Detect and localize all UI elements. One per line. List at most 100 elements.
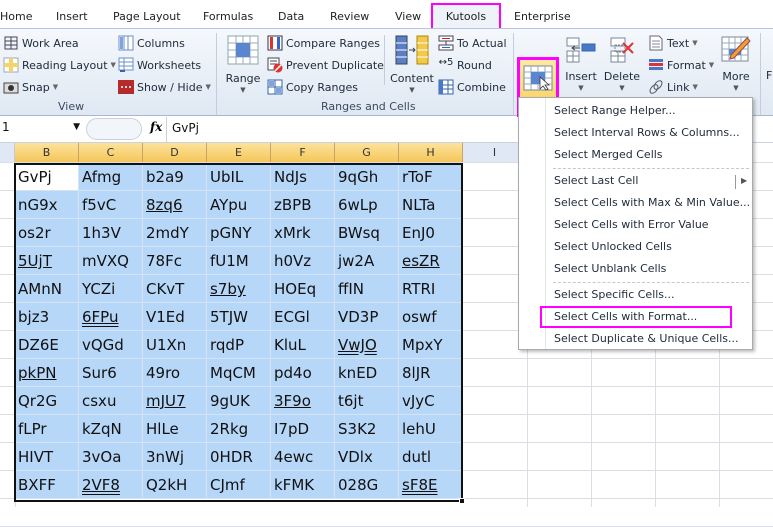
- copy-ranges-icon: [267, 79, 283, 95]
- group-separator: [216, 33, 217, 115]
- tab-insert[interactable]: Insert: [56, 10, 88, 23]
- selection-border: [14, 163, 463, 502]
- formula-input[interactable]: GvPj: [172, 121, 199, 135]
- column-header-d[interactable]: D: [143, 143, 207, 162]
- tab-page-layout[interactable]: Page Layout: [113, 10, 181, 23]
- tab-kutools[interactable]: Kutools: [431, 3, 501, 29]
- tab-home[interactable]: Home: [0, 10, 32, 23]
- menu-item-select-unlocked-cells[interactable]: Select Unlocked Cells: [554, 240, 672, 253]
- menu-separator: [553, 168, 749, 169]
- menu-item-select-cells-with-error-value[interactable]: Select Cells with Error Value: [554, 218, 709, 231]
- work-area-icon: [3, 35, 19, 51]
- delete-button[interactable]: Delete ▼: [603, 37, 641, 92]
- work-area-label: Work Area: [22, 36, 79, 50]
- more-icon: [721, 35, 751, 66]
- content-icon: [394, 35, 430, 68]
- snap-camera-icon: [3, 79, 19, 95]
- menu-item-select-last-cell[interactable]: Select Last Cell: [554, 174, 638, 187]
- chevron-down-icon: ▼: [619, 84, 625, 92]
- menu-item-select-cells-with-max-min-value[interactable]: Select Cells with Max & Min Value...: [554, 196, 750, 209]
- ranges-group-label: Ranges and Cells: [321, 100, 416, 113]
- content-button[interactable]: Content ▼: [388, 35, 436, 94]
- name-box[interactable]: 1 ▼: [0, 120, 84, 140]
- menu-item-select-duplicate-unique-cells[interactable]: Select Duplicate & Unique Cells...: [554, 332, 739, 345]
- format-icon: [648, 57, 664, 73]
- row-header-corner[interactable]: [0, 143, 15, 162]
- combine-button[interactable]: Combine: [438, 79, 506, 95]
- formula-bar-splitter[interactable]: [86, 118, 142, 140]
- reading-layout-button[interactable]: Reading Layout ▼: [3, 57, 116, 73]
- show-hide-icon: [118, 79, 134, 95]
- submenu-arrow-icon[interactable]: ▶: [741, 176, 747, 185]
- group-separator: [513, 33, 514, 115]
- column-header-h[interactable]: H: [399, 143, 463, 162]
- format-button[interactable]: Format ▼: [648, 57, 714, 73]
- column-header-e[interactable]: E: [207, 143, 271, 162]
- prevent-duplicate-icon: [267, 57, 283, 73]
- group-separator: [384, 35, 385, 85]
- insert-button[interactable]: Insert ▼: [563, 37, 599, 92]
- column-header-f[interactable]: F: [271, 143, 335, 162]
- columns-icon: [118, 35, 134, 51]
- column-header-b[interactable]: B: [15, 143, 79, 162]
- reading-layout-label: Reading Layout: [22, 58, 108, 72]
- tab-data[interactable]: Data: [278, 10, 304, 23]
- column-header-c[interactable]: C: [79, 143, 143, 162]
- tab-formulas[interactable]: Formulas: [203, 10, 253, 23]
- prevent-duplicate-button[interactable]: Prevent Duplicate: [267, 57, 384, 73]
- fx-icon[interactable]: fx: [150, 120, 162, 134]
- ribbon-tabs: Home Insert Page Layout Formulas Data Re…: [0, 0, 773, 29]
- menu-item-select-range-helper[interactable]: Select Range Helper...: [554, 104, 676, 117]
- menu-item-select-interval-rows-columns[interactable]: Select Interval Rows & Columns...: [554, 126, 740, 139]
- more-button[interactable]: More ▼: [718, 35, 754, 92]
- chevron-down-icon: ▼: [578, 84, 584, 92]
- group-separator: [760, 33, 761, 115]
- round-button[interactable]: ↔5 Round: [438, 57, 492, 73]
- menu-item-select-specific-cells[interactable]: Select Specific Cells...: [554, 288, 675, 301]
- snap-label: Snap: [22, 80, 50, 94]
- round-label: Round: [457, 58, 492, 72]
- tab-view[interactable]: View: [395, 10, 421, 23]
- worksheets-label: Worksheets: [137, 58, 202, 72]
- to-actual-button[interactable]: To Actual: [438, 35, 507, 51]
- insert-label: Insert: [565, 70, 597, 83]
- delete-icon: [607, 37, 637, 66]
- delete-label: Delete: [603, 70, 641, 83]
- reading-layout-icon: [3, 57, 19, 73]
- chevron-down-icon: ▼: [409, 86, 415, 94]
- menu-separator: [553, 282, 749, 283]
- compare-ranges-button[interactable]: Compare Ranges: [267, 35, 380, 51]
- columns-label: Columns: [137, 36, 185, 50]
- show-hide-label: Show / Hide: [137, 80, 203, 94]
- chevron-down-icon: ▼: [240, 86, 246, 94]
- tab-review[interactable]: Review: [330, 10, 369, 23]
- submenu-divider: [735, 175, 736, 189]
- link-button[interactable]: Link ▼: [648, 79, 698, 95]
- range-button[interactable]: Range ▼: [224, 35, 262, 94]
- chevron-down-icon: ▼: [733, 84, 739, 92]
- worksheets-button[interactable]: Worksheets: [118, 57, 201, 73]
- range-label: Range: [225, 72, 261, 85]
- show-hide-button[interactable]: Show / Hide ▼: [118, 79, 211, 95]
- column-header-g[interactable]: G: [335, 143, 399, 162]
- text-button[interactable]: Text ▼: [648, 35, 698, 51]
- fill-handle[interactable]: [459, 498, 465, 504]
- select-icon: [523, 65, 553, 94]
- worksheets-icon: [118, 57, 134, 73]
- columns-button[interactable]: Columns: [118, 35, 185, 51]
- text-label: Text: [667, 36, 690, 50]
- menu-item-select-merged-cells[interactable]: Select Merged Cells: [554, 148, 663, 161]
- compare-ranges-icon: [267, 35, 283, 51]
- next-group-label: F: [766, 69, 773, 82]
- work-area-button[interactable]: Work Area: [3, 35, 79, 51]
- copy-ranges-button[interactable]: Copy Ranges: [267, 79, 358, 95]
- more-label: More: [722, 70, 750, 83]
- insert-icon: [566, 37, 596, 66]
- combine-label: Combine: [457, 80, 506, 94]
- chevron-down-icon[interactable]: ▼: [73, 122, 80, 132]
- menu-item-select-unblank-cells[interactable]: Select Unblank Cells: [554, 262, 666, 275]
- link-label: Link: [667, 80, 690, 94]
- to-actual-label: To Actual: [457, 36, 507, 50]
- tab-enterprise[interactable]: Enterprise: [514, 10, 571, 23]
- snap-button[interactable]: Snap ▼: [3, 79, 58, 95]
